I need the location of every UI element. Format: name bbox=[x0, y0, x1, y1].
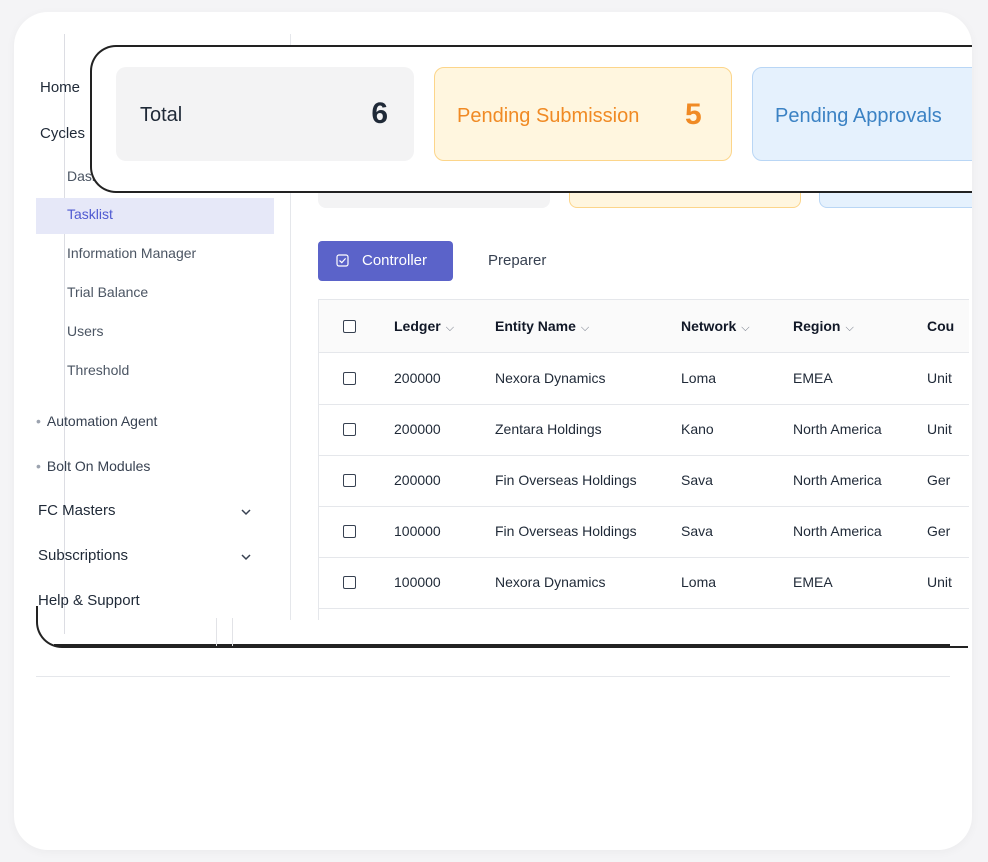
table-row[interactable]: 100000 Fin Overseas Holdings Sava North … bbox=[319, 506, 969, 558]
column-header-ledger[interactable]: Ledger ⌵ bbox=[394, 317, 454, 337]
nav-subscriptions[interactable]: Subscriptions bbox=[38, 546, 128, 566]
column-header-region-label: Region bbox=[793, 318, 841, 334]
stat-pending-approvals-label: Pending Approvals bbox=[775, 105, 942, 127]
cell-country: Unit bbox=[927, 370, 952, 386]
nav-trial-balance[interactable]: Trial Balance bbox=[67, 282, 148, 302]
cell-region: EMEA bbox=[793, 370, 833, 386]
column-header-country[interactable]: Cou bbox=[927, 317, 969, 335]
nav-bolt-on-modules-label: Bolt On Modules bbox=[46, 458, 151, 474]
chevron-down-icon: ⌵ bbox=[580, 322, 590, 334]
cell-ledger: 200000 bbox=[394, 370, 441, 386]
resize-handle bbox=[216, 618, 217, 646]
stat-pending-submission-value: 5 bbox=[685, 98, 702, 131]
cell-country: Ger bbox=[927, 472, 951, 488]
row-checkbox[interactable] bbox=[343, 474, 356, 487]
column-header-network[interactable]: Network ⌵ bbox=[681, 317, 750, 337]
resize-handle bbox=[232, 618, 233, 646]
column-header-entity-name[interactable]: Entity Name ⌵ bbox=[495, 317, 589, 337]
cell-country: Unit bbox=[927, 574, 952, 590]
cell-region: EMEA bbox=[793, 574, 833, 590]
table-row[interactable]: 200000 Zentara Holdings Kano North Ameri… bbox=[319, 404, 969, 456]
tasklist-table: Ledger ⌵ Entity Name ⌵ Network ⌵ Region ⌵ Co… bbox=[318, 299, 969, 620]
divider bbox=[36, 676, 950, 677]
tab-controller-label: Controller bbox=[362, 252, 428, 269]
stat-total-label: Total bbox=[140, 104, 183, 126]
chevron-down-icon: ⌵ bbox=[845, 322, 854, 334]
row-checkbox[interactable] bbox=[343, 372, 356, 385]
cell-country: Ger bbox=[927, 523, 951, 539]
cell-entity-name: Fin Overseas Holdings bbox=[495, 472, 637, 488]
checkbox-checked-icon bbox=[336, 254, 349, 267]
cell-entity-name: Nexora Dynamics bbox=[495, 370, 606, 386]
column-header-region[interactable]: Region ⌵ bbox=[793, 317, 854, 337]
chevron-down-icon[interactable] bbox=[240, 506, 252, 518]
tab-preparer[interactable]: Preparer bbox=[488, 252, 546, 269]
cell-entity-name: Fin Overseas Holdings bbox=[495, 523, 637, 539]
nav-home[interactable]: Home bbox=[40, 78, 80, 98]
window-frame-bottom bbox=[36, 606, 968, 648]
nav-automation-agent-label: Automation Agent bbox=[46, 413, 158, 429]
cell-ledger: 100000 bbox=[394, 523, 441, 539]
cell-network: Loma bbox=[681, 370, 717, 386]
cell-network: Sava bbox=[681, 523, 713, 539]
cell-region: North America bbox=[793, 421, 882, 437]
column-header-network-label: Network bbox=[681, 318, 737, 334]
chevron-down-icon[interactable] bbox=[240, 551, 252, 563]
cell-network: Sava bbox=[681, 472, 713, 488]
cell-entity-name: Nexora Dynamics bbox=[495, 574, 606, 590]
app-card: Home Cycles Dasl Tasklist Information Ma… bbox=[14, 12, 972, 850]
row-checkbox[interactable] bbox=[343, 576, 356, 589]
window-frame-bottom-line bbox=[54, 644, 950, 646]
nav-bolt-on-modules[interactable]: • Bolt On Modules bbox=[36, 456, 150, 476]
tab-controller[interactable]: Controller bbox=[318, 241, 453, 281]
cell-network: Loma bbox=[681, 574, 717, 590]
cell-region: North America bbox=[793, 523, 882, 539]
nav-fc-masters[interactable]: FC Masters bbox=[38, 501, 116, 521]
nav-cycles[interactable]: Cycles bbox=[40, 124, 85, 144]
table-row[interactable]: 100000 Nexora Dynamics Loma EMEA Unit bbox=[319, 557, 969, 609]
row-checkbox[interactable] bbox=[343, 525, 356, 538]
nav-threshold[interactable]: Threshold bbox=[67, 360, 129, 380]
cell-entity-name: Zentara Holdings bbox=[495, 421, 602, 437]
column-header-ledger-label: Ledger bbox=[394, 318, 441, 334]
chevron-down-icon: ⌵ bbox=[741, 322, 750, 334]
column-header-entity-name-label: Entity Name bbox=[495, 318, 576, 334]
bullet-icon: • bbox=[36, 413, 41, 429]
chevron-down-icon: ⌵ bbox=[445, 322, 455, 334]
nav-information-manager[interactable]: Information Manager bbox=[67, 243, 196, 263]
select-all-checkbox[interactable] bbox=[343, 320, 356, 333]
table-row[interactable]: 200000 Fin Overseas Holdings Sava North … bbox=[319, 455, 969, 507]
cell-ledger: 200000 bbox=[394, 421, 441, 437]
cell-ledger: 100000 bbox=[394, 574, 441, 590]
nav-users[interactable]: Users bbox=[67, 321, 104, 341]
nav-tasklist[interactable]: Tasklist bbox=[67, 204, 113, 224]
stat-card-pending-submission[interactable]: Pending Submission 5 bbox=[434, 67, 732, 161]
bullet-icon: • bbox=[36, 458, 41, 474]
table-header: Ledger ⌵ Entity Name ⌵ Network ⌵ Region ⌵ Co… bbox=[319, 300, 969, 353]
row-checkbox[interactable] bbox=[343, 423, 356, 436]
stat-card-total[interactable]: Total 6 bbox=[116, 67, 414, 161]
stat-card-pending-approvals[interactable]: Pending Approvals bbox=[752, 67, 972, 161]
cell-region: North America bbox=[793, 472, 882, 488]
cell-network: Kano bbox=[681, 421, 714, 437]
stats-zoom-overlay: Total 6 Pending Submission 5 Pending App… bbox=[90, 45, 972, 193]
nav-automation-agent[interactable]: • Automation Agent bbox=[36, 411, 157, 431]
cell-country: Unit bbox=[927, 421, 952, 437]
table-row[interactable]: 200000 Nexora Dynamics Loma EMEA Unit bbox=[319, 353, 969, 405]
stat-pending-submission-label: Pending Submission bbox=[457, 105, 640, 127]
stat-total-value: 6 bbox=[371, 97, 388, 130]
cell-ledger: 200000 bbox=[394, 472, 441, 488]
